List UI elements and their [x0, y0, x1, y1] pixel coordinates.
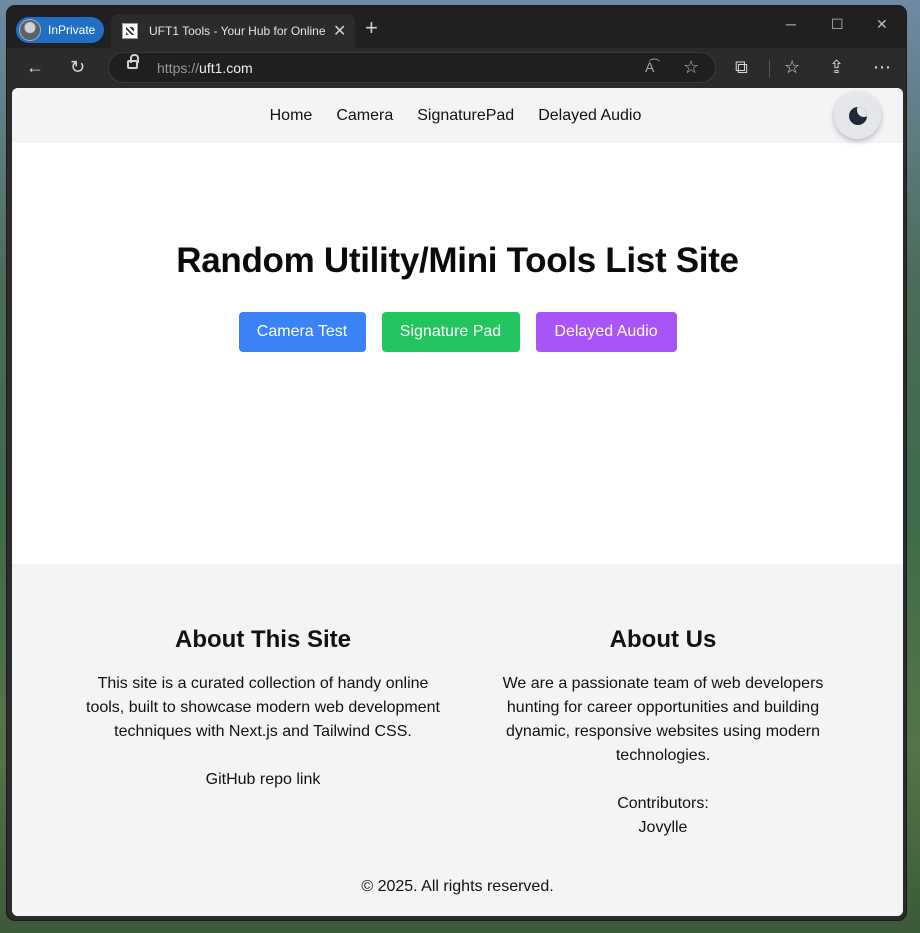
browser-tab[interactable]: UFT1 Tools - Your Hub for Online ✕	[111, 14, 355, 48]
url-text: https://uft1.com	[157, 60, 253, 76]
profile-avatar-icon	[19, 19, 41, 41]
more-menu-icon[interactable]: ⋯	[873, 57, 891, 77]
toolbar-divider	[769, 60, 770, 78]
url-host: uft1.com	[199, 60, 253, 76]
about-site-text: This site is a curated collection of han…	[86, 675, 440, 740]
inprivate-label: InPrivate	[48, 23, 96, 37]
nav-camera[interactable]: Camera	[336, 107, 393, 125]
favicon-icon	[122, 23, 138, 39]
lock-icon[interactable]	[127, 54, 139, 69]
maximize-icon[interactable]: ☐	[831, 16, 844, 33]
about-site-heading: About This Site	[175, 626, 351, 653]
theme-toggle-button[interactable]	[834, 92, 881, 139]
contributors-label: Contributors:	[617, 795, 709, 812]
nav-signaturepad[interactable]: SignaturePad	[417, 107, 514, 125]
github-repo-link[interactable]: GitHub repo link	[206, 771, 321, 788]
contributors-list: Jovylle	[638, 819, 688, 836]
address-toolbar: ← ↻ https://uft1.com A͡ ☆ ⧉ ☆ ⇪ ⋯	[7, 48, 906, 88]
favorite-star-icon[interactable]: ☆	[683, 57, 699, 78]
tab-strip: InPrivate UFT1 Tools - Your Hub for Onli…	[7, 6, 906, 48]
nav-home[interactable]: Home	[270, 107, 313, 125]
address-bar[interactable]: https://uft1.com A͡ ☆	[108, 52, 716, 83]
browser-window: InPrivate UFT1 Tools - Your Hub for Onli…	[7, 6, 906, 920]
extensions-icon[interactable]: ⧉	[735, 57, 748, 77]
close-window-icon[interactable]: ✕	[876, 16, 888, 33]
refresh-icon[interactable]: ↻	[70, 57, 85, 77]
url-scheme: https://	[157, 60, 200, 76]
tab-title: UFT1 Tools - Your Hub for Online	[149, 24, 325, 38]
close-tab-icon[interactable]: ✕	[333, 21, 346, 41]
about-us-section: About Us We are a passionate team of web…	[478, 626, 848, 840]
delayed-audio-button[interactable]: Delayed Audio	[535, 312, 677, 352]
about-us-heading: About Us	[609, 626, 717, 653]
copyright: © 2025. All rights reserved.	[361, 878, 554, 895]
back-icon[interactable]: ←	[26, 57, 44, 77]
tool-buttons: Camera Test Signature Pad Delayed Audio	[12, 312, 903, 352]
nav-delayed-audio[interactable]: Delayed Audio	[538, 107, 641, 125]
page-title: Random Utility/Mini Tools List Site	[176, 241, 739, 280]
about-site-section: About This Site This site is a curated c…	[78, 626, 448, 792]
inprivate-badge[interactable]: InPrivate	[16, 17, 104, 43]
share-icon[interactable]: ⇪	[829, 57, 844, 77]
new-tab-icon[interactable]: +	[365, 17, 378, 39]
top-nav: Home Camera SignaturePad Delayed Audio	[12, 88, 903, 143]
page-viewport: Home Camera SignaturePad Delayed Audio R…	[12, 88, 903, 916]
camera-test-button[interactable]: Camera Test	[238, 312, 366, 352]
favorites-icon[interactable]: ☆	[784, 57, 800, 77]
signature-pad-button[interactable]: Signature Pad	[381, 312, 520, 352]
about-us-text: We are a passionate team of web develope…	[502, 675, 824, 764]
footer: About This Site This site is a curated c…	[12, 564, 903, 916]
read-aloud-icon[interactable]: A͡	[645, 59, 654, 75]
minimize-icon[interactable]: ─	[786, 16, 796, 32]
moon-icon	[848, 106, 867, 125]
